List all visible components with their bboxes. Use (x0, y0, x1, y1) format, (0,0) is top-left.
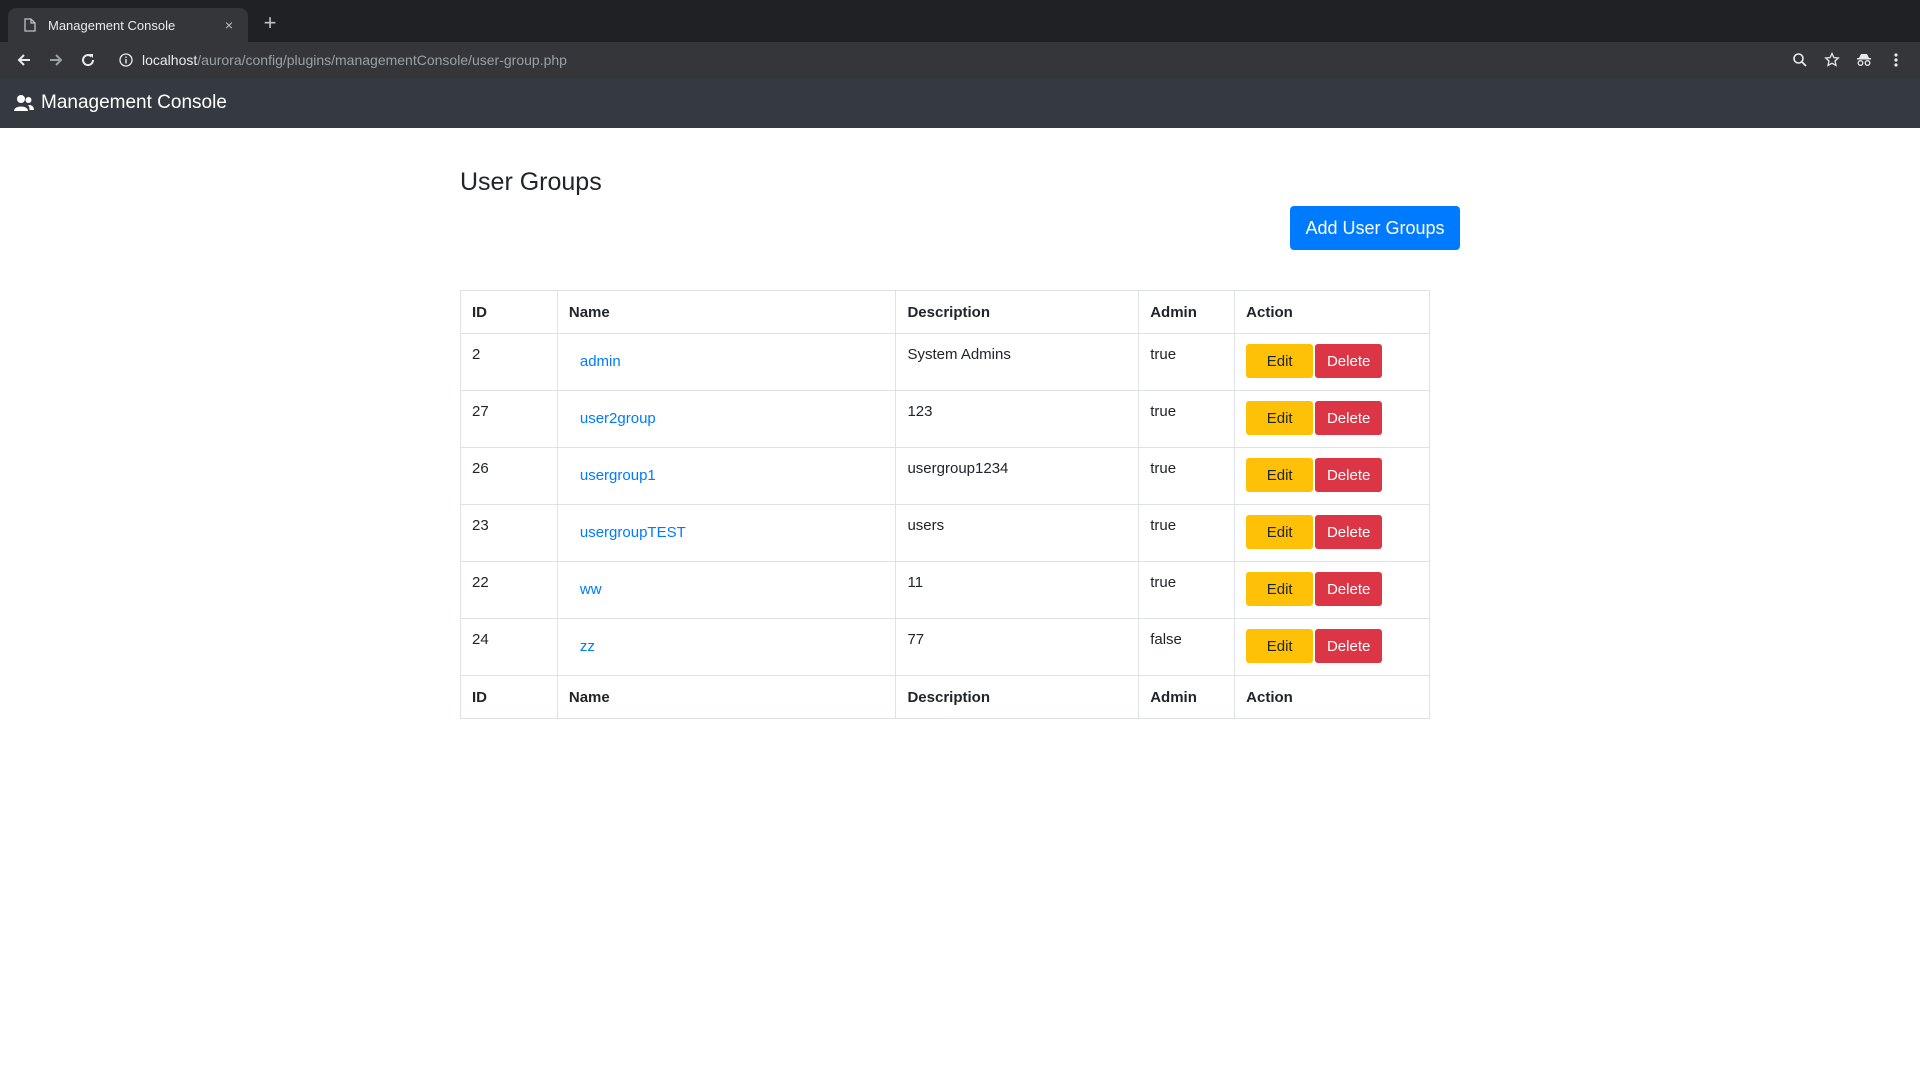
footer-id: ID (460, 675, 558, 719)
url-path: /aurora/config/plugins/managementConsole… (197, 52, 567, 68)
cell-name: user2group (556, 390, 897, 448)
delete-button[interactable]: Delete (1315, 344, 1383, 378)
header-description: Description (895, 290, 1140, 334)
app-navbar: Management Console (0, 78, 1920, 128)
toolbar-actions (1784, 46, 1912, 74)
group-name-link[interactable]: admin (580, 353, 621, 370)
cell-description: 11 (895, 561, 1140, 619)
incognito-icon[interactable] (1848, 46, 1880, 74)
cell-description: usergroup1234 (895, 447, 1140, 505)
cell-admin: true (1138, 447, 1236, 505)
delete-button[interactable]: Delete (1315, 572, 1383, 606)
header-name: Name (556, 290, 897, 334)
cell-description: System Admins (895, 333, 1140, 391)
cell-name: usergroupTEST (556, 504, 897, 562)
header-row: ID Name Description Admin Action (460, 290, 1430, 334)
close-icon[interactable]: × (220, 16, 238, 34)
cell-action: Edit Delete (1234, 618, 1430, 676)
delete-button[interactable]: Delete (1315, 629, 1383, 663)
browser-tabstrip: Management Console × + (0, 0, 1920, 42)
edit-button[interactable]: Edit (1246, 458, 1314, 492)
footer-row: ID Name Description Admin Action (460, 675, 1430, 719)
arrow-left-icon (17, 54, 30, 66)
edit-button[interactable]: Edit (1246, 572, 1314, 606)
cell-admin: false (1138, 618, 1236, 676)
footer-name: Name (556, 675, 897, 719)
cell-action: Edit Delete (1234, 447, 1430, 505)
table-body: 2 admin System Admins true Edit Delete 27… (460, 333, 1430, 676)
cell-admin: true (1138, 561, 1236, 619)
delete-button[interactable]: Delete (1315, 515, 1383, 549)
table-row: 27 user2group 123 true Edit Delete (460, 390, 1430, 448)
header-id: ID (460, 290, 558, 334)
edit-button[interactable]: Edit (1246, 515, 1314, 549)
table-footer: ID Name Description Admin Action (460, 675, 1430, 719)
cell-id: 24 (460, 618, 558, 676)
table-row: 24 zz 77 false Edit Delete (460, 618, 1430, 676)
tab-title: Management Console (48, 17, 176, 33)
forward-button[interactable] (40, 46, 72, 74)
cell-name: usergroup1 (556, 447, 897, 505)
delete-button[interactable]: Delete (1315, 458, 1383, 492)
group-name-link[interactable]: usergroupTEST (580, 524, 686, 541)
group-name-link[interactable]: user2group (580, 410, 656, 427)
cell-name: admin (556, 333, 897, 391)
group-name-link[interactable]: usergroup1 (580, 467, 656, 484)
edit-button[interactable]: Edit (1246, 629, 1314, 663)
add-user-groups-button[interactable]: Add User Groups (1290, 206, 1460, 250)
cell-id: 26 (460, 447, 558, 505)
cell-description: users (895, 504, 1140, 562)
zoom-icon[interactable] (1784, 46, 1816, 74)
browser-toolbar: localhost/aurora/config/plugins/manageme… (0, 42, 1920, 78)
cell-admin: true (1138, 333, 1236, 391)
browser-tab[interactable]: Management Console × (8, 8, 248, 42)
table-row: 26 usergroup1 usergroup1234 true Edit Del… (460, 447, 1430, 505)
cell-name: ww (556, 561, 897, 619)
cell-id: 27 (460, 390, 558, 448)
arrow-right-icon (50, 54, 63, 66)
back-button[interactable] (8, 46, 40, 74)
cell-description: 77 (895, 618, 1140, 676)
cell-action: Edit Delete (1234, 390, 1430, 448)
address-bar[interactable]: localhost/aurora/config/plugins/manageme… (112, 46, 1784, 74)
header-admin: Admin (1138, 290, 1236, 334)
delete-button[interactable]: Delete (1315, 401, 1383, 435)
new-tab-button[interactable]: + (258, 12, 282, 36)
kebab-menu-icon[interactable] (1880, 46, 1912, 74)
cell-id: 22 (460, 561, 558, 619)
edit-button[interactable]: Edit (1246, 344, 1314, 378)
table-row: 2 admin System Admins true Edit Delete (460, 333, 1430, 391)
group-name-link[interactable]: ww (580, 581, 602, 598)
brand-title: Management Console (41, 92, 227, 113)
page-icon (22, 17, 38, 33)
cell-id: 2 (460, 333, 558, 391)
table-header: ID Name Description Admin Action (460, 290, 1430, 334)
url-text: localhost/aurora/config/plugins/manageme… (142, 52, 567, 68)
page-title: User Groups (460, 168, 602, 196)
user-groups-table: ID Name Description Admin Action 2 admin… (460, 290, 1430, 719)
info-icon[interactable] (118, 52, 134, 68)
cell-action: Edit Delete (1234, 333, 1430, 391)
footer-action: Action (1234, 675, 1430, 719)
edit-button[interactable]: Edit (1246, 401, 1314, 435)
star-icon[interactable] (1816, 46, 1848, 74)
cell-name: zz (556, 618, 897, 676)
navbar-brand[interactable]: Management Console (14, 92, 227, 114)
cell-admin: true (1138, 390, 1236, 448)
footer-admin: Admin (1138, 675, 1236, 719)
reload-button[interactable] (72, 46, 104, 74)
url-host: localhost (142, 52, 198, 68)
cell-description: 123 (895, 390, 1140, 448)
cell-admin: true (1138, 504, 1236, 562)
table-row: 23 usergroupTEST users true Edit Delete (460, 504, 1430, 562)
footer-description: Description (895, 675, 1140, 719)
group-name-link[interactable]: zz (580, 638, 595, 655)
cell-id: 23 (460, 504, 558, 562)
reload-icon (82, 54, 95, 67)
cell-action: Edit Delete (1234, 561, 1430, 619)
table-row: 22 ww 11 true Edit Delete (460, 561, 1430, 619)
users-icon (14, 93, 36, 113)
cell-action: Edit Delete (1234, 504, 1430, 562)
header-action: Action (1234, 290, 1430, 334)
